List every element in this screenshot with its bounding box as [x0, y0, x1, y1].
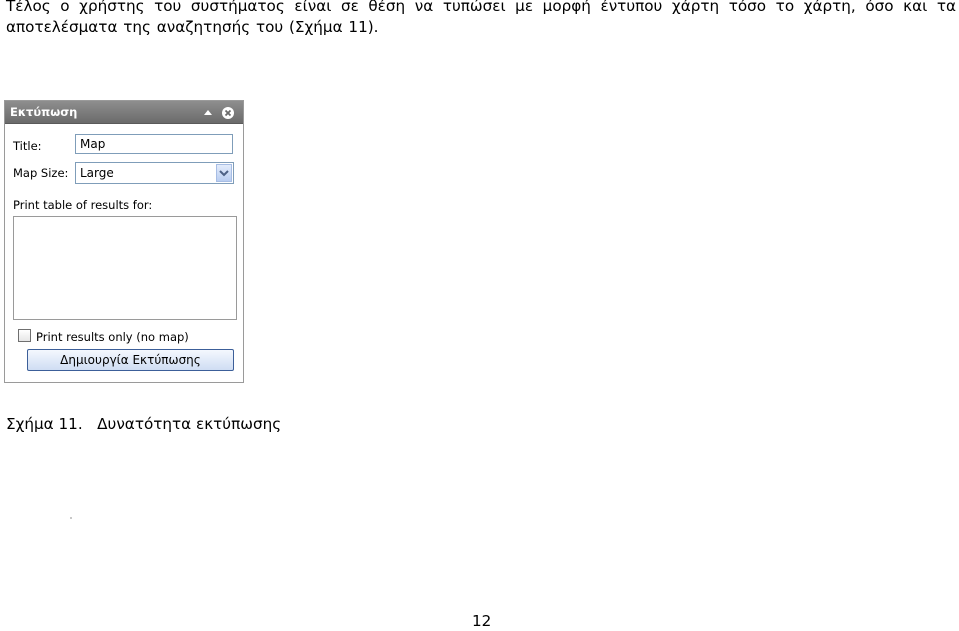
results-list[interactable]	[13, 216, 237, 320]
caption-text: Δυνατότητα εκτύπωσης	[97, 415, 282, 433]
print-results-only-label[interactable]: Print results only (no map)	[36, 330, 189, 344]
chevron-down-icon[interactable]	[216, 164, 232, 182]
print-results-only-checkbox[interactable]	[18, 329, 31, 342]
page-number: 12	[472, 612, 492, 630]
print-table-label: Print table of results for:	[13, 198, 153, 212]
body-paragraph: Τέλος ο χρήστης του συστήματος είναι σε …	[6, 0, 956, 36]
title-input[interactable]	[75, 134, 233, 154]
map-size-value: Large	[80, 166, 114, 180]
create-print-button[interactable]: Δημιουργία Εκτύπωσης	[27, 349, 234, 371]
figure-caption: Σχήμα 11. Δυνατότητα εκτύπωσης	[6, 414, 281, 434]
map-size-label: Map Size:	[13, 166, 69, 180]
title-label: Title:	[13, 139, 42, 153]
close-icon[interactable]	[221, 105, 235, 119]
print-panel-title: Εκτύπωση	[10, 105, 78, 119]
map-size-select[interactable]: Large	[75, 162, 234, 184]
print-panel-header: Εκτύπωση	[5, 101, 243, 124]
print-panel: Εκτύπωση Title: Map Size: Large Print ta…	[4, 100, 244, 383]
caption-number: Σχήμα 11.	[6, 415, 83, 433]
decorative-dot	[70, 517, 72, 519]
collapse-icon[interactable]	[201, 105, 215, 119]
